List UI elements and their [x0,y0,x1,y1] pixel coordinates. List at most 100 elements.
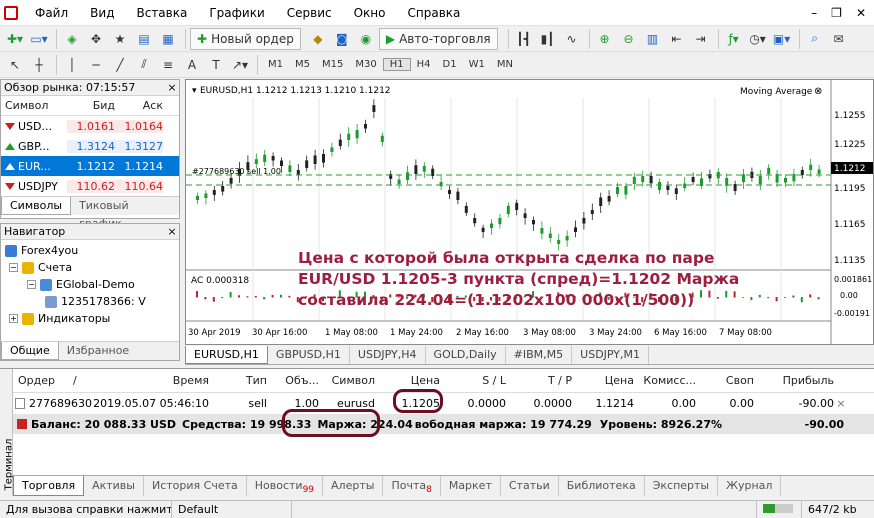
label-icon[interactable]: T [205,54,227,76]
nav-item-server[interactable]: − EGlobal-Demo [5,276,179,293]
tf-h1[interactable]: H1 [382,58,411,71]
tester-icon[interactable]: ▦ [157,28,179,50]
menu-view[interactable]: Вид [79,0,125,26]
close-icon[interactable]: × [165,80,179,95]
search-icon[interactable]: ⌕ [804,28,826,50]
tf-m1[interactable]: M1 [262,59,289,70]
close-icon[interactable]: × [165,224,179,239]
vertical-line-icon[interactable]: │ [61,54,83,76]
tab-usdjpy-m1[interactable]: USDJPY,M1 [572,346,650,364]
col-open-price[interactable]: Цена [375,374,440,387]
menu-file[interactable]: Файл [24,0,79,26]
col-type[interactable]: Тип [209,374,267,387]
col-bid[interactable]: Бид [67,99,115,112]
tab-ibm-m5[interactable]: #IBM,M5 [506,346,573,364]
chart-shift-icon[interactable]: ⇤ [666,28,688,50]
crosshair-icon[interactable]: ┼ [28,54,50,76]
col-swap[interactable]: Своп [696,374,754,387]
text-icon[interactable]: A [181,54,203,76]
chat-icon[interactable]: ✉ [828,28,850,50]
new-chart-icon[interactable]: ✚▾ [4,28,26,50]
close-icon[interactable]: ✕ [856,6,866,20]
profiles-icon[interactable]: ▭▾ [28,28,50,50]
templates-icon[interactable]: ▣▾ [771,28,793,50]
signals-icon[interactable]: ◉ [355,28,377,50]
col-profit[interactable]: Прибыль [754,374,834,387]
tf-m5[interactable]: M5 [289,59,316,70]
autotrading-button[interactable]: ▶ Авто-торговля [378,27,498,50]
nav-item-accounts[interactable]: − Счета [5,259,179,276]
tab-common[interactable]: Общие [1,342,59,360]
autoscroll-icon[interactable]: ⇥ [690,28,712,50]
restore-icon[interactable]: ❐ [831,6,842,20]
menu-window[interactable]: Окно [343,0,397,26]
col-order[interactable]: Ордер [13,374,73,387]
close-order-icon[interactable]: × [834,397,848,410]
market-watch-row-selected[interactable]: EUR... 1.1212 1.1214 [1,156,179,176]
tab-account-history[interactable]: История Счета [144,476,247,496]
tab-exposure[interactable]: Активы [84,476,144,496]
tab-usdjpy-h4[interactable]: USDJPY,H4 [350,346,426,364]
tab-library[interactable]: Библиотека [559,476,645,496]
fibonacci-icon[interactable]: ≡ [157,54,179,76]
tf-mn[interactable]: MN [491,59,519,70]
col-symbol[interactable]: Символ [319,374,375,387]
zoom-in-icon[interactable]: ⊕ [594,28,616,50]
tab-journal[interactable]: Журнал [718,476,782,496]
tf-h4[interactable]: H4 [411,59,437,70]
menu-help[interactable]: Справка [397,0,472,26]
tab-mailbox[interactable]: Почта8 [383,476,441,496]
tab-trade[interactable]: Торговля [13,476,85,496]
tf-d1[interactable]: D1 [437,59,463,70]
menu-tools[interactable]: Сервис [276,0,343,26]
tab-alerts[interactable]: Алерты [323,476,384,496]
tab-tick-chart[interactable]: Тиковый график [71,197,179,230]
tab-experts[interactable]: Эксперты [645,476,719,496]
market-watch-row[interactable]: USDJPY 110.62 110.64 [1,176,179,196]
minimize-icon[interactable]: – [811,6,817,20]
market-watch-row[interactable]: GBP... 1.3124 1.3127 [1,136,179,156]
col-price[interactable]: Цена [572,374,634,387]
tab-eurusd-h1[interactable]: EURUSD,H1 [185,346,268,364]
trendline-icon[interactable]: ╱ [109,54,131,76]
tab-gold-daily[interactable]: GOLD,Daily [426,346,506,364]
new-order-button[interactable]: ✚ Новый ордер [190,27,301,50]
tf-m30[interactable]: M30 [349,59,382,70]
tab-gbpusd-h1[interactable]: GBPUSD,H1 [268,346,350,364]
chart-dropdown-icon[interactable]: ▾ [192,86,197,96]
cursor-icon[interactable]: ↖ [4,54,26,76]
col-commission[interactable]: Комисс... [634,374,696,387]
market-watch-row[interactable]: USD... 1.0161 1.0164 [1,116,179,136]
terminal-icon[interactable]: ▤ [133,28,155,50]
nav-item-forex4you[interactable]: Forex4you [5,242,179,259]
menu-charts[interactable]: Графики [198,0,275,26]
channel-icon[interactable]: ⫽ [133,54,155,76]
bar-chart-icon[interactable]: ┃┫ [513,28,535,50]
col-symbol[interactable]: Символ [1,99,67,112]
col-tp[interactable]: T / P [506,374,572,387]
horizontal-line-icon[interactable]: ─ [85,54,107,76]
collapse-icon[interactable]: − [9,263,18,272]
col-time[interactable]: Время [93,374,209,387]
collapse-icon[interactable]: − [27,280,36,289]
col-volume[interactable]: Объ... [267,374,319,387]
crosshair-move-icon[interactable]: ✥ [85,28,107,50]
order-row[interactable]: 277689630 2019.05.07 05:46:10 sell 1.00 … [13,393,874,414]
navigator-icon[interactable]: ★ [109,28,131,50]
tile-windows-icon[interactable]: ▥ [642,28,664,50]
tab-news[interactable]: Новости99 [247,476,324,496]
zoom-out-icon[interactable]: ⊖ [618,28,640,50]
indicator-close-icon[interactable]: ⊗ [814,86,822,97]
col-ask[interactable]: Аск [115,99,163,112]
tab-market[interactable]: Маркет [441,476,501,496]
line-chart-icon[interactable]: ∿ [561,28,583,50]
tab-favorites[interactable]: Избранное [59,342,137,360]
tab-articles[interactable]: Статьи [501,476,559,496]
arrows-icon[interactable]: ↗▾ [229,54,251,76]
market-icon[interactable]: ◙ [331,28,353,50]
nav-item-account[interactable]: 1235178366: V [5,293,179,310]
nav-item-indicators[interactable]: + Индикаторы [5,310,179,327]
col-sort[interactable]: / [73,374,93,387]
tab-symbols[interactable]: Символы [1,197,72,215]
metaeditor-icon[interactable]: ◆ [307,28,329,50]
